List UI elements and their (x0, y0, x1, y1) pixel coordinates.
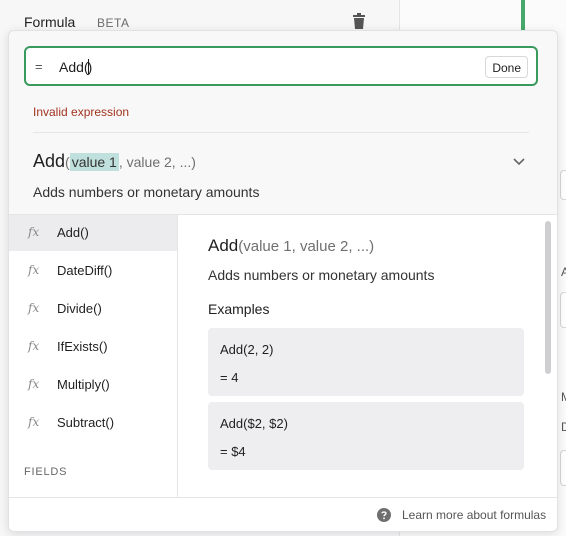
popover-footer: Learn more about formulas (9, 497, 557, 531)
function-label: Subtract() (57, 415, 115, 430)
detail-signature: Add(value 1, value 2, ...) (208, 236, 374, 256)
bg-field (560, 450, 566, 486)
bg-fragment: D (561, 420, 566, 434)
signature-open-paren: ( (65, 154, 70, 170)
signature-rest-params: , value 2, ...) (118, 154, 196, 170)
formula-input[interactable]: = Add() Done (24, 46, 538, 86)
divider (33, 132, 529, 133)
function-icon: fx (28, 263, 40, 277)
function-icon: fx (28, 301, 40, 315)
function-icon: fx (28, 415, 40, 429)
signature-name: Add (33, 151, 66, 171)
example-result: = 4 (220, 370, 239, 385)
formula-input-value[interactable]: Add() (59, 59, 92, 75)
bg-field (560, 292, 566, 328)
function-label: Add() (57, 225, 89, 240)
example-result: = $4 (220, 444, 246, 459)
function-label: Multiply() (57, 377, 110, 392)
function-item-subtract[interactable]: fx Subtract() (9, 405, 177, 441)
bg-field (560, 170, 566, 200)
beta-badge: BETA (97, 16, 130, 30)
equals-sign: = (35, 59, 43, 74)
function-icon: fx (28, 339, 40, 353)
function-browser: fx Add() fx DateDiff() fx Divide() fx If… (9, 214, 557, 498)
function-item-divide[interactable]: fx Divide() (9, 291, 177, 327)
formula-popover: = Add() Done Invalid expression Add(valu… (8, 30, 558, 532)
trash-icon[interactable] (350, 12, 368, 30)
examples-heading: Examples (208, 301, 270, 317)
function-item-datediff[interactable]: fx DateDiff() (9, 253, 177, 289)
help-icon[interactable] (377, 508, 391, 522)
function-icon: fx (28, 377, 40, 391)
done-button[interactable]: Done (485, 56, 528, 78)
function-label: Divide() (57, 301, 102, 316)
function-signature: Add(value 1, value 2, ...) (33, 151, 196, 172)
bg-fragment: M (561, 390, 566, 404)
function-icon: fx (28, 225, 40, 239)
function-item-multiply[interactable]: fx Multiply() (9, 367, 177, 403)
bg-fragment: A (561, 265, 566, 279)
detail-description: Adds numbers or monetary amounts (208, 267, 435, 283)
signature-active-param: value 1 (69, 153, 119, 171)
function-item-ifexists[interactable]: fx IfExists() (9, 329, 177, 365)
example-code: Add(2, 2) (220, 342, 274, 357)
panel-title: Formula (24, 14, 76, 30)
detail-params: (value 1, value 2, ...) (238, 238, 375, 255)
error-message: Invalid expression (33, 105, 130, 119)
signature-description: Adds numbers or monetary amounts (33, 184, 260, 200)
chevron-down-icon[interactable] (512, 155, 526, 169)
detail-scrollbar[interactable] (545, 221, 551, 374)
accent-edge (521, 0, 525, 34)
example-card: Add($2, $2) = $4 (208, 402, 524, 470)
example-code: Add($2, $2) (220, 416, 288, 431)
learn-more-link[interactable]: Learn more about formulas (402, 508, 546, 522)
function-detail: Add(value 1, value 2, ...) Adds numbers … (178, 215, 557, 498)
function-label: IfExists() (57, 339, 108, 354)
function-list: fx Add() fx DateDiff() fx Divide() fx If… (9, 215, 177, 498)
function-label: DateDiff() (57, 263, 113, 278)
detail-name: Add (208, 236, 239, 255)
function-item-add[interactable]: fx Add() (9, 215, 177, 251)
fields-heading: FIELDS (24, 466, 68, 478)
example-card: Add(2, 2) = 4 (208, 328, 524, 396)
